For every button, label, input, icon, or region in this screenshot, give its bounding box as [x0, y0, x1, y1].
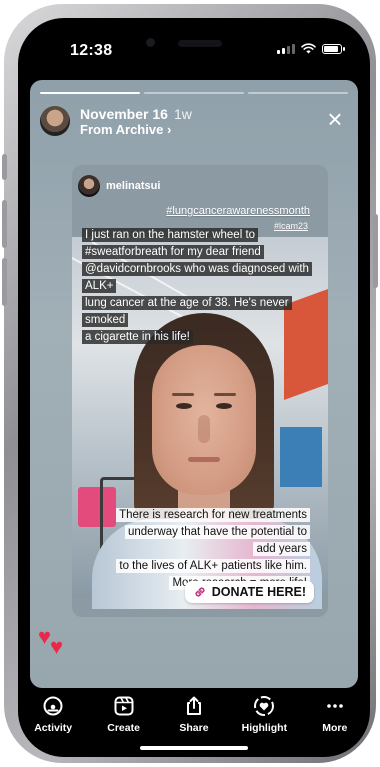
home-indicator[interactable] — [140, 746, 248, 750]
screen: 12:38 November 16 1w From Archive › × me… — [18, 18, 370, 757]
hashtag-sticker[interactable]: #lungcancerawarenessmonth — [166, 205, 310, 217]
caption-line: There is research for new treatments — [116, 508, 310, 522]
progress-segment — [248, 92, 348, 94]
create-icon — [93, 694, 155, 718]
more-icon — [304, 694, 366, 718]
tab-label: Activity — [34, 722, 73, 734]
caption-line: underway that have the potential to add … — [124, 525, 310, 556]
caption-line: lung cancer at the age of 38. He's never… — [82, 296, 292, 327]
brow — [172, 393, 194, 396]
power-button — [373, 214, 378, 288]
caption-line: @davidcornbrooks who was diagnosed with … — [82, 262, 312, 293]
window — [280, 427, 322, 487]
post-author[interactable]: melinatsui — [78, 173, 160, 199]
reaction-hearts: ♥ ♥ — [38, 626, 78, 660]
volume-down-button — [2, 258, 7, 306]
progress-segment — [144, 92, 244, 94]
phone-frame: 12:38 November 16 1w From Archive › × me… — [2, 4, 378, 763]
caption-line: a cigarette in his life! — [82, 330, 193, 344]
tab-label: Highlight — [241, 722, 288, 734]
story-progress — [40, 92, 348, 94]
tab-highlight[interactable]: Highlight — [233, 694, 295, 744]
heart-icon: ♥ — [50, 634, 64, 659]
shared-post-card[interactable]: melinatsui #lungcancerawarenessmonth #lc… — [72, 165, 328, 617]
tab-label: Share — [179, 722, 209, 734]
tab-share[interactable]: Share — [163, 694, 225, 744]
caption-line: I just ran on the hamster wheel to — [82, 228, 259, 242]
tab-activity[interactable]: Activity — [22, 694, 84, 744]
volume-up-button — [2, 200, 7, 248]
chevron-right-icon: › — [166, 122, 172, 137]
status-bar: 12:38 — [18, 18, 370, 82]
wifi-icon — [301, 43, 316, 54]
tab-label: More — [322, 722, 348, 734]
cellular-signal-icon — [277, 43, 295, 54]
nose — [198, 415, 210, 443]
brow — [214, 393, 236, 396]
story-date: November 16 — [80, 106, 168, 122]
person-face — [152, 345, 256, 495]
story-header: November 16 1w From Archive › × — [40, 104, 348, 144]
progress-segment — [40, 92, 140, 94]
tab-more[interactable]: More — [304, 694, 366, 744]
donate-link-sticker[interactable]: DONATE HERE! — [184, 581, 314, 603]
avatar[interactable] — [40, 106, 70, 136]
mute-switch — [2, 154, 7, 180]
tab-label: Create — [107, 722, 140, 734]
caption-line: to the lives of ALK+ patients like him. — [116, 559, 310, 573]
from-archive-link[interactable]: From Archive › — [80, 122, 171, 137]
tab-create[interactable]: Create — [93, 694, 155, 744]
eye — [176, 403, 192, 409]
battery-icon — [322, 43, 345, 54]
post-username: melinatsui — [106, 180, 161, 192]
from-archive-label: From Archive — [80, 122, 164, 137]
mouth — [188, 457, 220, 462]
caption-line: #sweatforbreath for my dear friend — [82, 245, 264, 259]
story-date-line: November 16 1w — [80, 106, 192, 122]
dynamic-island — [136, 32, 254, 66]
front-camera — [146, 38, 155, 47]
close-icon[interactable]: × — [322, 106, 348, 132]
main-caption: I just ran on the hamster wheel to #swea… — [78, 225, 328, 348]
story-age: 1w — [173, 106, 192, 122]
donate-label: DONATE HERE! — [211, 585, 306, 599]
share-icon — [163, 694, 225, 718]
status-time: 12:38 — [70, 42, 113, 59]
avatar — [78, 175, 100, 197]
story-action-bar: Activity Create Share Highlight More — [18, 694, 370, 744]
activity-icon — [22, 694, 84, 718]
story-viewer[interactable]: November 16 1w From Archive › × melinats… — [30, 80, 358, 688]
earpiece-speaker — [178, 40, 222, 47]
highlight-icon — [233, 694, 295, 718]
status-icons — [277, 43, 345, 54]
link-icon — [195, 587, 205, 597]
eye — [216, 403, 232, 409]
